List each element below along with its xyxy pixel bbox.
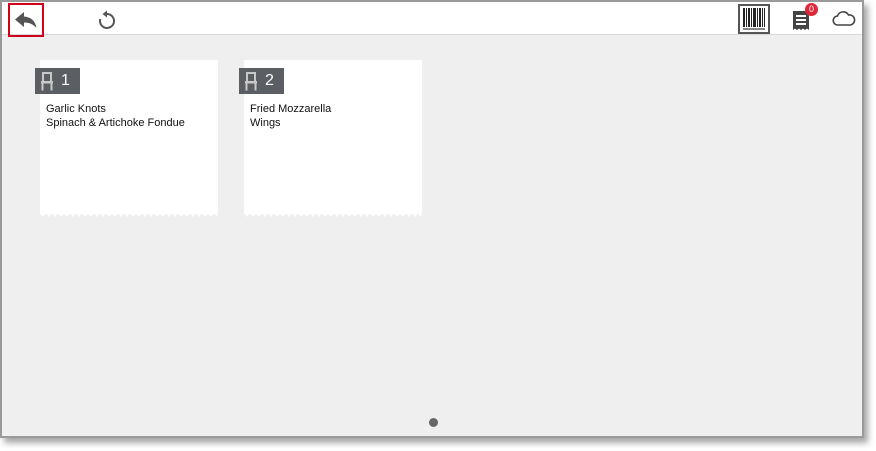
undo-button[interactable] bbox=[94, 8, 120, 32]
top-toolbar: 0 bbox=[2, 2, 862, 37]
receipt-count-badge: 0 bbox=[805, 3, 818, 16]
barcode-button[interactable] bbox=[738, 4, 770, 34]
order-item: Fried Mozzarella bbox=[250, 103, 332, 115]
page-indicator-dot[interactable] bbox=[429, 418, 438, 427]
order-item: Wings bbox=[250, 117, 281, 129]
cloud-sync-button[interactable] bbox=[832, 10, 858, 30]
seat-card-2[interactable]: 2 Fried Mozzarella Wings bbox=[239, 60, 422, 217]
back-arrow-icon bbox=[15, 12, 37, 28]
seat-card-1[interactable]: 1 Garlic Knots Spinach & Artichoke Fondu… bbox=[35, 60, 218, 217]
seat-tag: 2 bbox=[239, 68, 284, 94]
seat-tag: 1 bbox=[35, 68, 80, 94]
app-window: 0 1 Garlic Knots Spinach & Artichoke Fon… bbox=[0, 0, 864, 438]
ticket-edge bbox=[40, 213, 218, 217]
seat-number: 2 bbox=[265, 72, 274, 89]
receipt-button[interactable]: 0 bbox=[788, 3, 818, 34]
barcode-icon bbox=[743, 8, 765, 30]
seat-items: Garlic Knots Spinach & Artichoke Fondue bbox=[46, 102, 185, 130]
cloud-icon bbox=[832, 11, 856, 26]
back-button[interactable] bbox=[8, 3, 44, 37]
chair-icon bbox=[41, 72, 53, 91]
ticket-edge bbox=[244, 213, 422, 217]
order-item: Garlic Knots bbox=[46, 103, 106, 115]
undo-icon bbox=[99, 10, 115, 29]
seat-items: Fried Mozzarella Wings bbox=[250, 102, 331, 130]
order-item: Spinach & Artichoke Fondue bbox=[46, 117, 185, 129]
seat-number: 1 bbox=[61, 72, 70, 89]
chair-icon bbox=[245, 72, 257, 91]
